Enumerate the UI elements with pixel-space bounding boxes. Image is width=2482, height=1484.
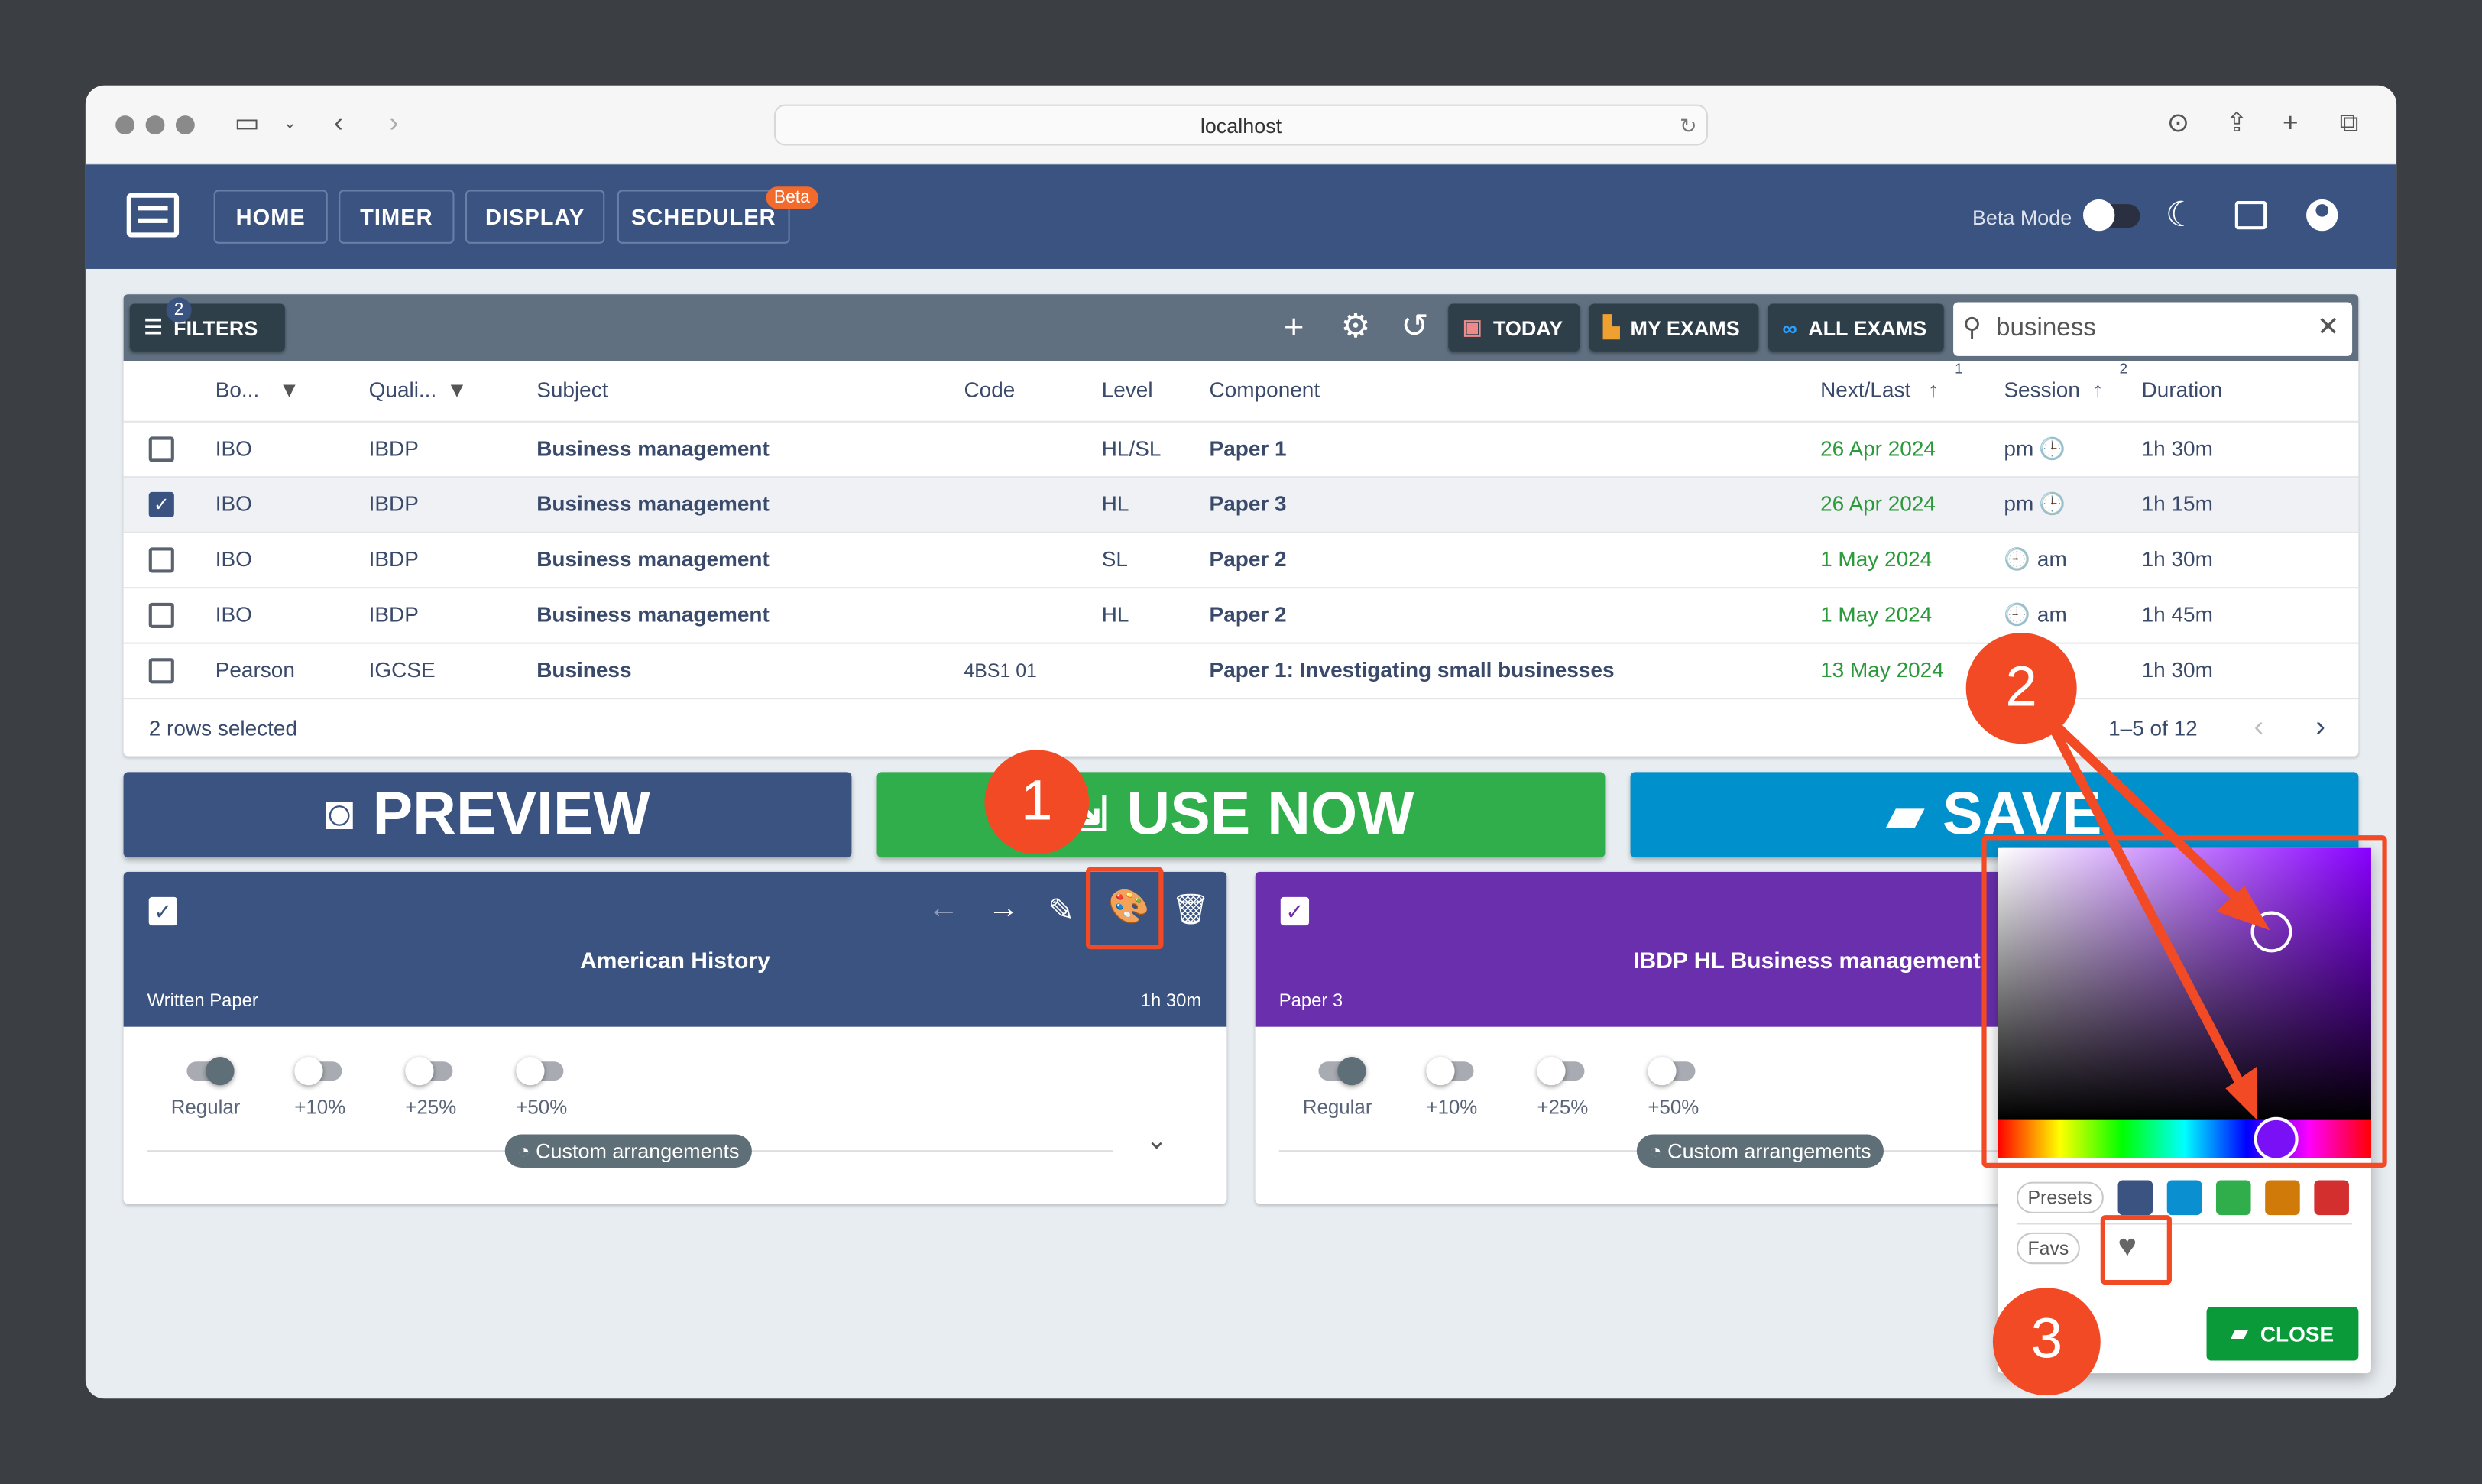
arrow-to-hue [2043, 716, 2252, 1100]
arrow-head [2215, 886, 2270, 931]
annotation-arrows [2043, 714, 2270, 1120]
annotation-marker-2: 2 [1965, 633, 2077, 744]
arrow-to-color-area [2045, 714, 2257, 919]
browser-window: ▭ ⌄ ‹ › localhost ↻ ⊙ ⇪ + ⧉ HOME TIMER DI… [85, 85, 2397, 1399]
annotation-marker-3: 3 [1992, 1288, 2101, 1396]
annotation-marker-1: 1 [984, 750, 1090, 855]
